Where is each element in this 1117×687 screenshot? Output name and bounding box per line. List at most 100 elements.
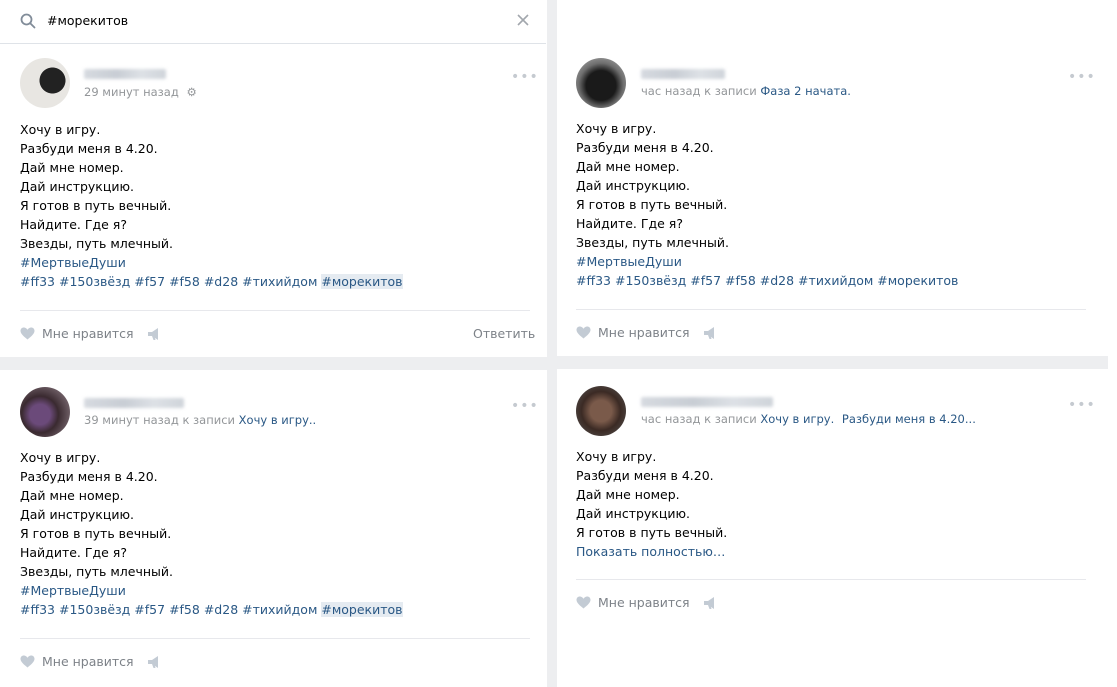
- post-time[interactable]: 29 минут назад: [84, 85, 179, 99]
- hashtag-link[interactable]: #f58: [169, 602, 200, 617]
- hashtag-row: #ff33 #150звёзд #f57 #f58 #d28 #тихийдом…: [20, 272, 403, 291]
- avatar[interactable]: [576, 58, 626, 108]
- more-icon[interactable]: •••: [511, 70, 539, 84]
- reply-ref-link[interactable]: Хочу в игру..: [239, 413, 317, 427]
- hashtag-link[interactable]: #d28: [204, 602, 238, 617]
- like-label: Мне нравится: [598, 325, 690, 340]
- post-text: Хочу в игру. Разбуди меня в 4.20. Дай мн…: [20, 448, 403, 619]
- hashtag-link[interactable]: #МертвыеДуши: [20, 581, 403, 600]
- author-name[interactable]: [84, 398, 184, 408]
- share-icon[interactable]: [703, 596, 719, 610]
- share-icon[interactable]: [147, 655, 163, 669]
- more-icon[interactable]: •••: [1068, 398, 1096, 412]
- more-icon[interactable]: •••: [1068, 70, 1096, 84]
- hashtag-row[interactable]: #ff33 #150звёзд #f57 #f58 #d28 #тихийдом…: [576, 271, 958, 290]
- reply-ref-link[interactable]: Фаза 2 начата.: [760, 84, 851, 98]
- text-line: Дай мне номер.: [576, 159, 680, 174]
- avatar[interactable]: [20, 58, 70, 108]
- reply-ref-link[interactable]: Разбуди меня в 4.20...: [842, 412, 976, 426]
- text-line: Я готов в путь вечный.: [576, 197, 728, 212]
- like-label: Мне нравится: [42, 654, 134, 669]
- like-button[interactable]: Мне нравится: [576, 595, 690, 610]
- more-icon[interactable]: •••: [511, 399, 539, 413]
- post-text: Хочу в игру. Разбуди меня в 4.20. Дай мн…: [576, 119, 958, 290]
- post-text: Хочу в игру. Разбуди меня в 4.20. Дай мн…: [576, 447, 727, 561]
- author-name[interactable]: [641, 397, 773, 407]
- post-card: 39 минут назад к записи Хочу в игру.. ••…: [0, 370, 547, 687]
- search-icon[interactable]: [20, 13, 36, 29]
- text-line: Звезды, путь млечный.: [576, 235, 730, 250]
- text-line: Дай мне номер.: [576, 487, 680, 502]
- text-line: Разбуди меня в 4.20.: [576, 468, 714, 483]
- reply-button[interactable]: Ответить: [473, 326, 535, 341]
- android-icon: ⚙: [186, 85, 197, 99]
- text-line: Разбуди меня в 4.20.: [20, 141, 158, 156]
- hashtag-link[interactable]: #f57: [134, 274, 165, 289]
- text-line: Дай инструкцию.: [576, 506, 690, 521]
- post-time[interactable]: 39 минут назад к записи: [84, 413, 235, 427]
- like-button[interactable]: Мне нравится: [576, 325, 690, 340]
- text-line: Дай инструкцию.: [20, 507, 134, 522]
- text-line: Найдите. Где я?: [20, 545, 127, 560]
- hashtag-highlighted[interactable]: #морекитов: [321, 602, 403, 617]
- post-time[interactable]: час назад к записи: [641, 412, 757, 426]
- text-line: Звезды, путь млечный.: [20, 236, 174, 251]
- text-line: Найдите. Где я?: [20, 217, 127, 232]
- post-meta: час назад к записи Фаза 2 начата.: [641, 84, 851, 98]
- text-line: Я готов в путь вечный.: [20, 526, 172, 541]
- text-line: Дай мне номер.: [20, 488, 124, 503]
- post-card: 29 минут назад ⚙ ••• Хочу в игру. Разбуд…: [0, 44, 547, 357]
- hashtag-link[interactable]: #тихийдом: [242, 602, 317, 617]
- share-icon[interactable]: [147, 327, 163, 341]
- search-input[interactable]: #морекитов: [47, 13, 128, 28]
- text-line: Я готов в путь вечный.: [20, 198, 172, 213]
- text-line: Хочу в игру.: [20, 450, 101, 465]
- text-line: Хочу в игру.: [20, 122, 101, 137]
- text-line: Найдите. Где я?: [576, 216, 683, 231]
- text-line: Дай инструкцию.: [576, 178, 690, 193]
- like-label: Мне нравится: [598, 595, 690, 610]
- hashtag-link[interactable]: #тихийдом: [242, 274, 317, 289]
- avatar[interactable]: [20, 387, 70, 437]
- hashtag-link[interactable]: #МертвыеДуши: [20, 253, 403, 272]
- hashtag-highlighted[interactable]: #морекитов: [321, 274, 403, 289]
- post-card: час назад к записи Хочу в игру. Разбуди …: [557, 369, 1108, 687]
- divider: [20, 310, 530, 311]
- hashtag-link[interactable]: #f57: [134, 602, 165, 617]
- text-line: Дай мне номер.: [20, 160, 124, 175]
- column-gap: [547, 0, 557, 687]
- text-line: Я готов в путь вечный.: [576, 525, 728, 540]
- text-line: Дай инструкцию.: [20, 179, 134, 194]
- heart-icon: [576, 596, 591, 609]
- hashtag-link[interactable]: #d28: [204, 274, 238, 289]
- post-time[interactable]: час назад к записи: [641, 84, 757, 98]
- author-name[interactable]: [84, 69, 166, 79]
- heart-icon: [20, 327, 35, 340]
- hashtag-link[interactable]: #f58: [169, 274, 200, 289]
- reply-ref-link[interactable]: Хочу в игру.: [760, 412, 834, 426]
- text-line: Разбуди меня в 4.20.: [576, 140, 714, 155]
- post-meta: 39 минут назад к записи Хочу в игру..: [84, 413, 316, 427]
- post-separator: [0, 357, 547, 370]
- like-button[interactable]: Мне нравится: [20, 326, 134, 341]
- share-icon[interactable]: [703, 326, 719, 340]
- hashtag-link[interactable]: #МертвыеДуши: [576, 252, 958, 271]
- hashtag-link[interactable]: #150звёзд: [59, 274, 130, 289]
- divider: [20, 638, 530, 639]
- post-separator: [557, 356, 1108, 369]
- author-name[interactable]: [641, 69, 725, 79]
- avatar[interactable]: [576, 386, 626, 436]
- heart-icon: [20, 655, 35, 668]
- post-card: час назад к записи Фаза 2 начата. ••• Хо…: [557, 44, 1108, 356]
- hashtag-link[interactable]: #ff33: [20, 274, 55, 289]
- text-line: Разбуди меня в 4.20.: [20, 469, 158, 484]
- hashtag-link[interactable]: #150звёзд: [59, 602, 130, 617]
- post-meta: час назад к записи Хочу в игру. Разбуди …: [641, 412, 976, 426]
- like-button[interactable]: Мне нравится: [20, 654, 134, 669]
- hashtag-row: #ff33 #150звёзд #f57 #f58 #d28 #тихийдом…: [20, 600, 403, 619]
- right-edge: [1108, 0, 1117, 687]
- show-more-link[interactable]: Показать полностью…: [576, 542, 727, 561]
- hashtag-link[interactable]: #ff33: [20, 602, 55, 617]
- text-line: Звезды, путь млечный.: [20, 564, 174, 579]
- close-icon[interactable]: [516, 13, 530, 27]
